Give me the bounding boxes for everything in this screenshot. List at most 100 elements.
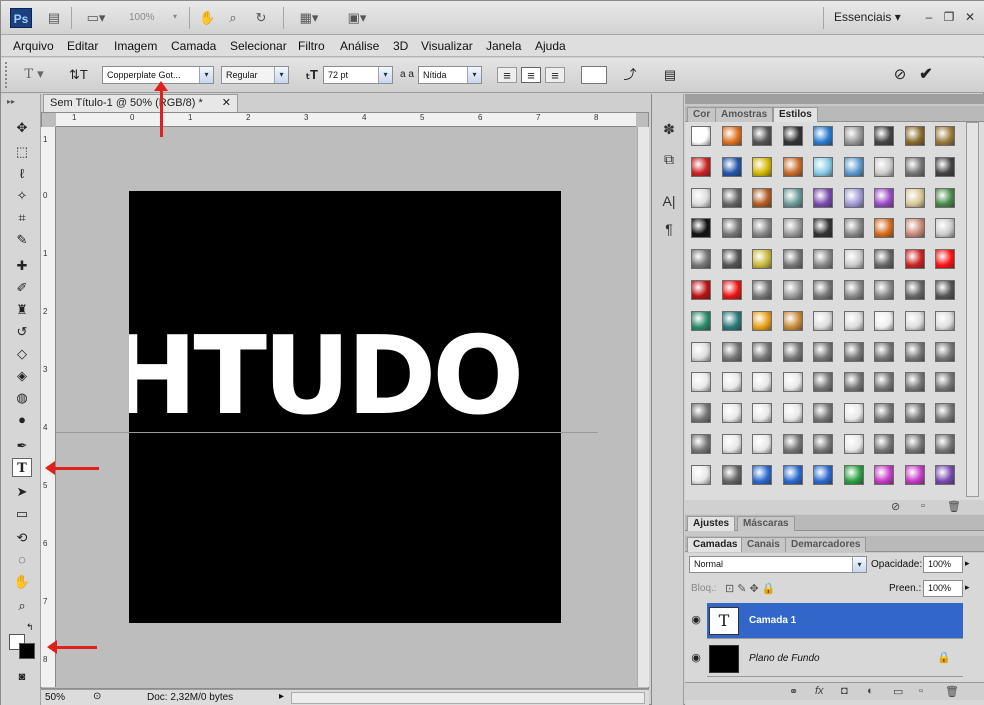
tab-estilos[interactable]: Estilos	[773, 107, 818, 122]
menu-arquivo[interactable]: Arquivo	[13, 39, 54, 53]
layer-row-camada-1[interactable]: T Camada 1	[707, 603, 963, 639]
style-swatch[interactable]	[843, 341, 864, 362]
style-swatch[interactable]	[935, 126, 955, 146]
style-swatch[interactable]	[935, 464, 955, 485]
pen-tool-icon[interactable]: ✒	[12, 436, 32, 455]
style-swatch[interactable]	[935, 156, 955, 177]
style-swatch[interactable]	[782, 218, 803, 239]
style-swatch[interactable]	[782, 249, 803, 270]
styles-scrollbar[interactable]	[966, 122, 979, 497]
style-swatch[interactable]	[752, 156, 772, 177]
workspace-switcher[interactable]: Essenciais ▾	[834, 10, 901, 24]
canvas[interactable]: HTUDO	[129, 191, 561, 623]
style-swatch[interactable]	[874, 464, 894, 485]
menu-camada[interactable]: Camada	[171, 39, 216, 53]
align-left-icon[interactable]: ≡	[497, 67, 517, 83]
clear-style-icon[interactable]: ⊘	[891, 500, 900, 513]
style-swatch[interactable]	[843, 218, 864, 239]
style-swatch[interactable]	[935, 434, 955, 454]
font-style-select[interactable]: Regular ▾	[221, 66, 289, 84]
style-swatch[interactable]	[721, 403, 742, 424]
move-tool-icon[interactable]: ✥	[12, 118, 32, 137]
clone-stamp-icon[interactable]: ♜	[12, 300, 32, 319]
style-swatch[interactable]	[782, 464, 803, 485]
layer-row-plano-de-fundo[interactable]: Plano de Fundo 🔒	[707, 641, 963, 677]
style-swatch[interactable]	[721, 218, 742, 239]
tool-preset-icon[interactable]: T ▾	[21, 67, 47, 83]
magic-wand-icon[interactable]: ✧	[12, 186, 32, 205]
style-swatch[interactable]	[904, 156, 925, 177]
hand-tool-icon[interactable]: ✋	[199, 9, 215, 27]
style-swatch[interactable]	[721, 464, 742, 485]
style-swatch[interactable]	[721, 249, 742, 270]
text-color-swatch[interactable]	[581, 66, 607, 84]
style-swatch[interactable]	[813, 464, 833, 485]
style-swatch[interactable]	[874, 434, 894, 454]
view-extras-icon[interactable]: ▭▾	[81, 9, 111, 27]
tab-camadas[interactable]: Camadas	[687, 537, 744, 552]
swap-colors-icon[interactable]: ↰	[26, 622, 34, 633]
style-swatch[interactable]	[813, 280, 833, 300]
zoom-dropdown-icon[interactable]: ▾	[173, 12, 177, 21]
healing-brush-icon[interactable]: ✚	[12, 256, 32, 275]
new-group-icon[interactable]: ▭	[893, 685, 903, 698]
style-swatch[interactable]	[813, 156, 833, 177]
style-swatch[interactable]	[691, 310, 711, 331]
layer-mask-icon[interactable]: ◘	[841, 685, 848, 697]
style-swatch[interactable]	[843, 280, 864, 300]
type-tool-icon[interactable]: T	[12, 458, 32, 477]
style-swatch[interactable]	[813, 310, 833, 331]
style-swatch[interactable]	[935, 280, 955, 300]
style-swatch[interactable]	[935, 372, 955, 393]
zoom-icon[interactable]: ⌕	[12, 596, 32, 615]
tab-amostras[interactable]: Amostras	[715, 107, 774, 122]
style-swatch[interactable]	[691, 218, 711, 239]
style-swatch[interactable]	[691, 403, 711, 424]
history-brush-icon[interactable]: ↺	[12, 322, 32, 341]
document-tab[interactable]: Sem Título-1 @ 50% (RGB/8) * ✕	[43, 94, 238, 112]
hand-icon[interactable]: ✋	[12, 572, 32, 591]
horizontal-scrollbar[interactable]	[291, 692, 645, 704]
3d-rotate-icon[interactable]: ⟲	[12, 528, 32, 547]
style-swatch[interactable]	[691, 156, 711, 177]
style-swatch[interactable]	[752, 126, 772, 146]
style-swatch[interactable]	[782, 341, 803, 362]
style-swatch[interactable]	[782, 187, 803, 208]
blur-tool-icon[interactable]: ◍	[12, 388, 32, 407]
style-swatch[interactable]	[874, 403, 894, 424]
opacity-input[interactable]: 100%	[923, 556, 963, 573]
style-swatch[interactable]	[874, 341, 894, 362]
style-swatch[interactable]	[904, 280, 925, 300]
style-swatch[interactable]	[935, 218, 955, 239]
eraser-tool-icon[interactable]: ◇	[12, 344, 32, 363]
style-swatch[interactable]	[782, 280, 803, 300]
crop-tool-icon[interactable]: ⌗	[12, 208, 32, 227]
marquee-tool-icon[interactable]: ⬚	[12, 142, 32, 161]
status-arrow-icon[interactable]: ▸	[279, 691, 284, 702]
style-swatch[interactable]	[874, 218, 894, 239]
style-swatch[interactable]	[691, 249, 711, 270]
tab-ajustes[interactable]: Ajustes	[687, 516, 736, 531]
style-swatch[interactable]	[782, 434, 803, 454]
style-swatch[interactable]	[843, 310, 864, 331]
style-swatch[interactable]	[935, 403, 955, 424]
style-swatch[interactable]	[752, 434, 772, 454]
style-swatch[interactable]	[691, 464, 711, 485]
menu-janela[interactable]: Janela	[486, 39, 521, 53]
style-swatch[interactable]	[874, 310, 894, 331]
style-swatch[interactable]	[904, 126, 925, 146]
style-swatch[interactable]	[904, 434, 925, 454]
menu-editar[interactable]: Editar	[67, 39, 98, 53]
style-swatch[interactable]	[874, 249, 894, 270]
style-swatch[interactable]	[721, 310, 742, 331]
character-panel-icon[interactable]: ▤	[661, 67, 679, 83]
fill-arrow-icon[interactable]: ▸	[965, 582, 970, 593]
style-swatch[interactable]	[904, 403, 925, 424]
style-swatch[interactable]	[843, 434, 864, 454]
style-swatch[interactable]	[813, 218, 833, 239]
style-swatch[interactable]	[721, 434, 742, 454]
style-swatch[interactable]	[721, 341, 742, 362]
adjustment-layer-icon[interactable]: ◐	[867, 685, 874, 697]
close-icon[interactable]: ✕	[962, 9, 978, 25]
brush-preset-icon[interactable]: ✽	[660, 120, 678, 138]
